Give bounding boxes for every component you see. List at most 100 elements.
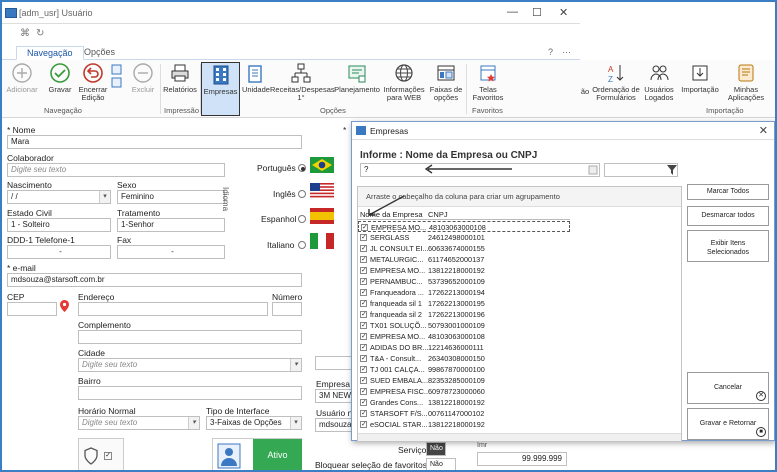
idioma-portugues-radio[interactable]: [298, 164, 306, 172]
row-checkbox[interactable]: [360, 276, 367, 287]
email-input[interactable]: mdsouza@starsoft.com.br: [7, 273, 302, 287]
row-checkbox[interactable]: [360, 386, 367, 397]
bloquear-favoritos-toggle[interactable]: Não: [426, 458, 456, 470]
security-checkbox[interactable]: ✓: [104, 452, 112, 460]
row-checkbox[interactable]: [360, 397, 367, 408]
encerrar-edicao-button[interactable]: Encerrar Edição: [78, 62, 108, 102]
max-value-input[interactable]: 99.999.999: [477, 452, 567, 466]
table-row[interactable]: franqueada sil 2 17262213000196: [358, 309, 570, 320]
close-icon[interactable]: ✕: [759, 124, 768, 137]
row-checkbox[interactable]: [360, 342, 367, 353]
table-row[interactable]: SERGLASS 24612498000101: [358, 232, 570, 243]
mini-doc-icon[interactable]: [111, 64, 123, 94]
row-checkbox[interactable]: [360, 243, 367, 254]
hidden-field-input[interactable]: [315, 356, 353, 370]
table-row[interactable]: JL CONSULT EI...60633674000155: [358, 243, 570, 254]
help-button[interactable]: ?: [548, 47, 553, 57]
qat-settings-icon[interactable]: ⌘: [20, 28, 30, 39]
minhas-aplicacoes-button[interactable]: Minhas Aplicações: [724, 62, 768, 102]
col-nome-header[interactable]: Nome da Empresa: [360, 210, 423, 219]
excluir-button[interactable]: Excluir: [128, 62, 158, 94]
row-checkbox[interactable]: [360, 353, 367, 364]
cidade-input[interactable]: Digite seu texto ▾: [78, 358, 302, 372]
chevron-down-icon[interactable]: ▾: [290, 417, 301, 429]
row-checkbox[interactable]: [360, 331, 367, 342]
servico-toggle[interactable]: Não: [426, 442, 446, 456]
more-options-button[interactable]: ···: [562, 47, 571, 57]
row-checkbox[interactable]: [360, 265, 367, 276]
marcar-todos-button[interactable]: Marcar Todos: [687, 184, 769, 200]
table-row[interactable]: Franqueadora ... 17262213000194: [358, 287, 570, 298]
receitas-despesas-button[interactable]: Receitas/Despesas 1°: [270, 62, 335, 102]
grid-scrollbar[interactable]: [358, 433, 681, 441]
col-cnpj-header[interactable]: CNPJ: [428, 210, 448, 219]
row-checkbox[interactable]: [361, 222, 368, 233]
usuarios-logados-button[interactable]: Usuários Logados: [642, 62, 676, 102]
row-checkbox[interactable]: [360, 232, 367, 243]
chevron-down-icon[interactable]: ▾: [188, 417, 199, 429]
faixas-opcoes-button[interactable]: Faixas de opções: [428, 62, 464, 102]
cep-input[interactable]: [7, 302, 57, 316]
row-checkbox[interactable]: [360, 287, 367, 298]
table-row[interactable]: ADIDAS DO BR...12214636000111: [358, 342, 570, 353]
chevron-down-icon[interactable]: ▾: [99, 191, 110, 203]
empresas-button[interactable]: Empresas: [201, 62, 240, 116]
map-pin-icon[interactable]: [60, 300, 69, 312]
gravar-retornar-button[interactable]: Gravar e Retornar ■: [687, 408, 769, 440]
row-checkbox[interactable]: [360, 364, 367, 375]
usuario-input[interactable]: mdsouza: [315, 418, 353, 432]
empresa-input[interactable]: 3M NEW: [315, 389, 353, 403]
table-row[interactable]: STARSOFT F/S...00761147000102: [358, 408, 570, 419]
table-row[interactable]: eSOCIAL STAR...13812218000192: [358, 419, 570, 430]
complemento-input[interactable]: [78, 330, 302, 344]
tipo-interface-select[interactable]: 3-Faixas de Opções ▾: [206, 416, 302, 430]
chevron-down-icon[interactable]: ▾: [290, 359, 301, 371]
tratamento-select[interactable]: 1-Senhor: [117, 218, 225, 232]
bairro-input[interactable]: [78, 386, 302, 400]
idioma-italiano-radio[interactable]: [298, 241, 306, 249]
nome-input[interactable]: Mara: [7, 135, 302, 149]
telas-favoritos-button[interactable]: Telas Favoritos: [468, 62, 508, 102]
relatorios-button[interactable]: Relatórios: [162, 62, 198, 94]
table-row[interactable]: TJ 001 CALÇA...99867870000100: [358, 364, 570, 375]
sexo-select[interactable]: Feminino: [117, 190, 225, 204]
ordenacao-formularios-button[interactable]: AZ Ordenação de Formulários: [592, 62, 640, 102]
restore-icon[interactable]: ☐: [532, 6, 542, 19]
table-row[interactable]: EMPRESA MO...48103063000108: [358, 221, 570, 233]
exibir-selecionados-button[interactable]: Exibir Itens Selecionados: [687, 230, 769, 262]
endereco-input[interactable]: [78, 302, 268, 316]
desmarcar-todos-button[interactable]: Desmarcar todos: [687, 206, 769, 226]
row-checkbox[interactable]: [360, 254, 367, 265]
gravar-button[interactable]: Gravar: [46, 62, 74, 94]
table-row[interactable]: PERNAMBUC... 53739652000109: [358, 276, 570, 287]
table-row[interactable]: EMPRESA MO...13812218000192: [358, 265, 570, 276]
telefone-input[interactable]: -: [7, 245, 111, 259]
fax-input[interactable]: -: [117, 245, 225, 259]
unidade-button[interactable]: Unidade: [242, 62, 270, 94]
search-clear-icon[interactable]: [588, 165, 598, 175]
filter-icon[interactable]: [667, 165, 677, 175]
planejamento-button[interactable]: Planejamento: [334, 62, 380, 94]
colaborador-input[interactable]: Digite seu texto: [7, 163, 225, 177]
table-row[interactable]: T&A - Consult... 26340308000150: [358, 353, 570, 364]
table-row[interactable]: Grandes Cons... 13812218000192: [358, 397, 570, 408]
idioma-ingles-radio[interactable]: [298, 190, 306, 198]
estado-civil-select[interactable]: 1 - Solteiro: [7, 218, 111, 232]
row-checkbox[interactable]: [360, 375, 367, 386]
nascimento-input[interactable]: / / ▾: [7, 190, 111, 204]
ativo-toggle[interactable]: Ativo: [253, 439, 302, 470]
table-row[interactable]: SUED EMBALA...82353285000109: [358, 375, 570, 386]
informacoes-web-button[interactable]: Informações para WEB: [382, 62, 426, 102]
minimize-icon[interactable]: —: [507, 6, 518, 18]
qat-refresh-icon[interactable]: ↻: [36, 28, 44, 39]
table-row[interactable]: franqueada sil 1 17262213000195: [358, 298, 570, 309]
idioma-espanhol-radio[interactable]: [298, 215, 306, 223]
numero-input[interactable]: [272, 302, 302, 316]
row-checkbox[interactable]: [360, 320, 367, 331]
table-row[interactable]: EMPRESA MO...48103063000108: [358, 331, 570, 342]
adicionar-button[interactable]: Adicionar: [6, 62, 38, 94]
importacao-button[interactable]: Importação: [678, 62, 722, 94]
table-row[interactable]: METALURGIC... 61174652000137: [358, 254, 570, 265]
table-row[interactable]: TX01 SOLUÇÕ...50793001000109: [358, 320, 570, 331]
close-icon[interactable]: ✕: [559, 6, 568, 19]
